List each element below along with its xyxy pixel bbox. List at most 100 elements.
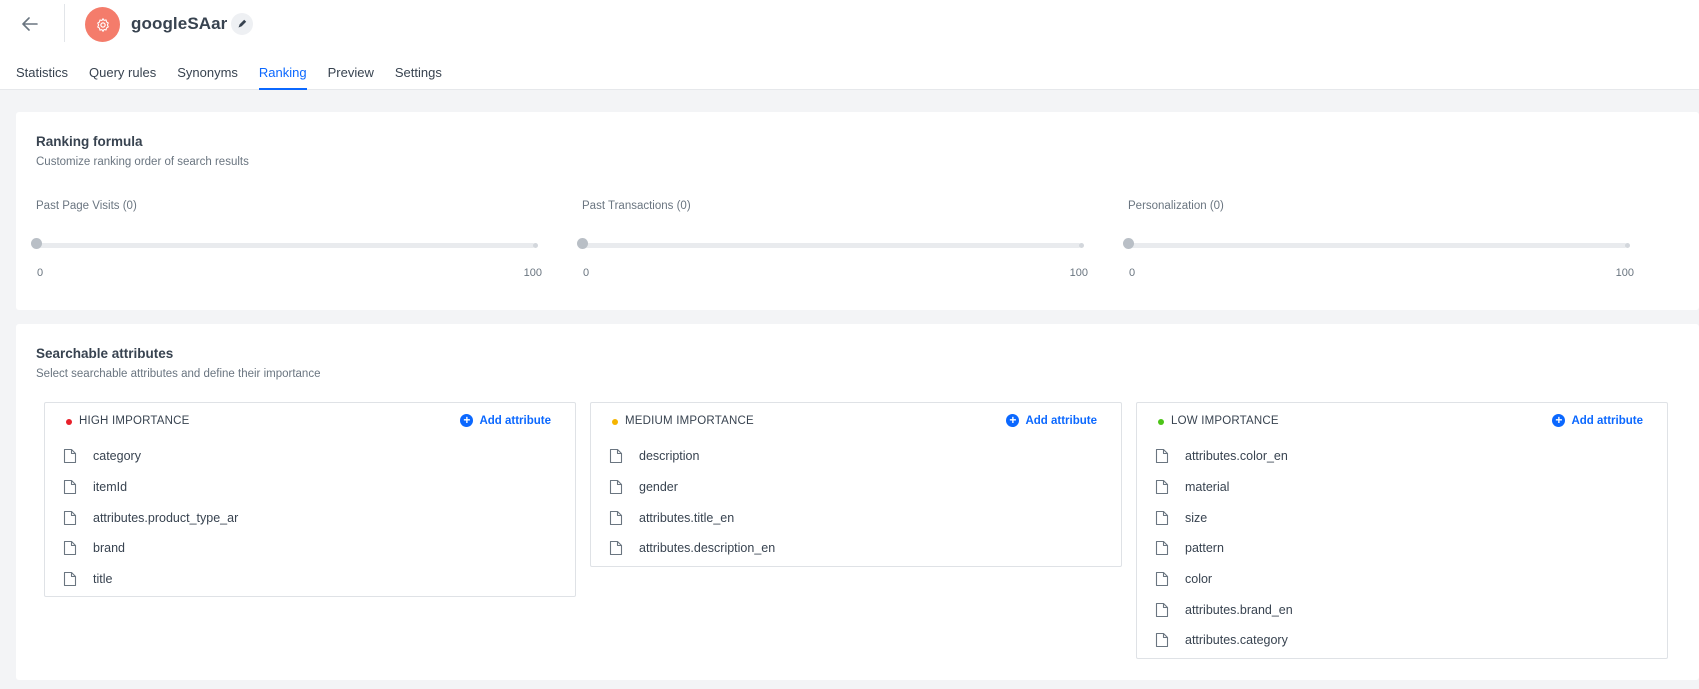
attribute-item[interactable]: pattern bbox=[1137, 533, 1667, 564]
plus-circle-icon: + bbox=[1006, 414, 1020, 427]
slider-handle[interactable] bbox=[1123, 238, 1134, 249]
attribute-name: title bbox=[93, 572, 113, 587]
attribute-name: attributes.description_en bbox=[639, 541, 776, 556]
add-attribute-button[interactable]: + Add attribute bbox=[1552, 414, 1643, 427]
attribute-item[interactable]: material bbox=[1137, 472, 1667, 503]
arrow-left-icon bbox=[22, 17, 38, 31]
tab-query-rules[interactable]: Query rules bbox=[89, 58, 156, 90]
attribute-name: attributes.color_en bbox=[1185, 449, 1288, 464]
edit-title-button[interactable] bbox=[231, 13, 253, 35]
attribute-item[interactable]: gender bbox=[591, 472, 1121, 503]
attribute-name: attributes.title_en bbox=[639, 510, 735, 525]
importance-dot bbox=[612, 419, 618, 425]
slider-end-marker bbox=[533, 243, 538, 248]
attribute-item[interactable]: attributes.color_en bbox=[1137, 441, 1667, 472]
medium-importance-group: MEDIUM IMPORTANCE + Add attribute descri… bbox=[590, 402, 1122, 567]
add-attribute-label: Add attribute bbox=[1025, 414, 1097, 427]
ranking-subtitle: Customize ranking order of search result… bbox=[36, 156, 249, 168]
group-header: HIGH IMPORTANCE + Add attribute bbox=[45, 403, 575, 441]
slider-max: 100 bbox=[523, 267, 542, 279]
file-icon bbox=[63, 541, 77, 556]
gear-icon bbox=[96, 17, 109, 32]
slider-handle[interactable] bbox=[577, 238, 588, 249]
file-icon bbox=[609, 479, 623, 495]
slider-label: Past Page Visits (0) bbox=[36, 200, 137, 212]
file-icon bbox=[609, 510, 623, 525]
slider-label: Past Transactions (0) bbox=[582, 200, 691, 212]
attribute-name: category bbox=[93, 449, 141, 464]
header-divider bbox=[64, 4, 65, 42]
file-icon bbox=[609, 541, 623, 556]
slider-past-page-visits: Past Page Visits (0) 0 100 bbox=[16, 200, 542, 300]
attribute-list: attributes.color_en material size pattern co… bbox=[1137, 441, 1667, 658]
file-icon bbox=[63, 449, 77, 464]
slider-track[interactable] bbox=[38, 243, 535, 248]
back-button[interactable] bbox=[18, 12, 42, 36]
attribute-item[interactable]: attributes.description_en bbox=[591, 533, 1121, 564]
attributes-title: Searchable attributes bbox=[36, 346, 174, 361]
tab-ranking[interactable]: Ranking bbox=[258, 58, 307, 90]
attribute-item[interactable]: attributes.product_type_ar bbox=[45, 502, 575, 533]
attribute-item[interactable]: itemId bbox=[45, 472, 575, 503]
attribute-item[interactable]: attributes.brand_en bbox=[1137, 594, 1667, 625]
add-attribute-button[interactable]: + Add attribute bbox=[1006, 414, 1097, 427]
file-icon bbox=[1155, 449, 1169, 464]
tab-preview[interactable]: Preview bbox=[328, 58, 374, 90]
importance-label: HIGH IMPORTANCE bbox=[79, 415, 190, 427]
slider-handle[interactable] bbox=[31, 238, 42, 249]
plus-circle-icon: + bbox=[1552, 414, 1566, 427]
slider-max: 100 bbox=[1069, 267, 1088, 279]
attribute-list: description gender attributes.title_enattr… bbox=[591, 441, 1121, 566]
file-icon bbox=[63, 479, 77, 495]
file-icon bbox=[1155, 541, 1169, 556]
slider-end-marker bbox=[1079, 243, 1084, 248]
attribute-item[interactable]: size bbox=[1137, 502, 1667, 533]
low-importance-group: LOW IMPORTANCE + Add attribute attribute… bbox=[1136, 402, 1668, 659]
searchable-attributes-card: Searchable attributes Select searchable … bbox=[16, 324, 1699, 680]
attribute-name: itemId bbox=[93, 480, 128, 495]
file-icon bbox=[1155, 633, 1169, 648]
importance-label: LOW IMPORTANCE bbox=[1171, 415, 1279, 427]
app-avatar bbox=[85, 7, 120, 42]
add-attribute-label: Add attribute bbox=[479, 414, 551, 427]
attribute-item[interactable]: description bbox=[591, 441, 1121, 472]
file-icon bbox=[1155, 479, 1169, 495]
attribute-item[interactable]: category bbox=[45, 441, 575, 472]
add-attribute-button[interactable]: + Add attribute bbox=[460, 414, 551, 427]
plus-circle-icon: + bbox=[460, 414, 474, 427]
file-icon bbox=[1155, 572, 1169, 587]
attribute-item[interactable]: attributes.title_en bbox=[591, 502, 1121, 533]
file-icon bbox=[1155, 510, 1169, 525]
file-icon bbox=[609, 449, 623, 464]
attribute-name: gender bbox=[639, 480, 678, 495]
attribute-name: pattern bbox=[1185, 541, 1224, 556]
importance-dot bbox=[66, 419, 72, 425]
slider-min: 0 bbox=[37, 267, 44, 279]
group-header: MEDIUM IMPORTANCE + Add attribute bbox=[591, 403, 1121, 441]
tab-synonyms[interactable]: Synonyms bbox=[177, 58, 238, 90]
attribute-item[interactable]: color bbox=[1137, 564, 1667, 595]
tab-statistics[interactable]: Statistics bbox=[16, 58, 68, 90]
slider-label: Personalization (0) bbox=[1128, 200, 1224, 212]
pencil-icon bbox=[238, 19, 247, 28]
slider-min: 0 bbox=[583, 267, 590, 279]
attribute-name: description bbox=[639, 449, 700, 464]
attribute-name: size bbox=[1185, 510, 1208, 525]
attribute-item[interactable]: brand bbox=[45, 533, 575, 564]
file-icon bbox=[1155, 602, 1169, 617]
attribute-item[interactable]: title bbox=[45, 564, 575, 595]
slider-track[interactable] bbox=[1130, 243, 1627, 248]
slider-past-transactions: Past Transactions (0) 0 100 bbox=[562, 200, 1088, 300]
slider-max: 100 bbox=[1615, 267, 1634, 279]
attribute-item[interactable]: attributes.category bbox=[1137, 625, 1667, 656]
attribute-name: attributes.category bbox=[1185, 633, 1288, 648]
group-header: LOW IMPORTANCE + Add attribute bbox=[1137, 403, 1667, 441]
attribute-name: attributes.brand_en bbox=[1185, 602, 1293, 617]
top-bar: googleSAar Statistics Query rules Synony… bbox=[0, 0, 1699, 90]
ranking-formula-card: Ranking formula Customize ranking order … bbox=[16, 112, 1699, 310]
tab-settings[interactable]: Settings bbox=[395, 58, 442, 90]
slider-track[interactable] bbox=[584, 243, 1081, 248]
slider-end-marker bbox=[1625, 243, 1630, 248]
file-icon bbox=[63, 510, 77, 525]
add-attribute-label: Add attribute bbox=[1571, 414, 1643, 427]
